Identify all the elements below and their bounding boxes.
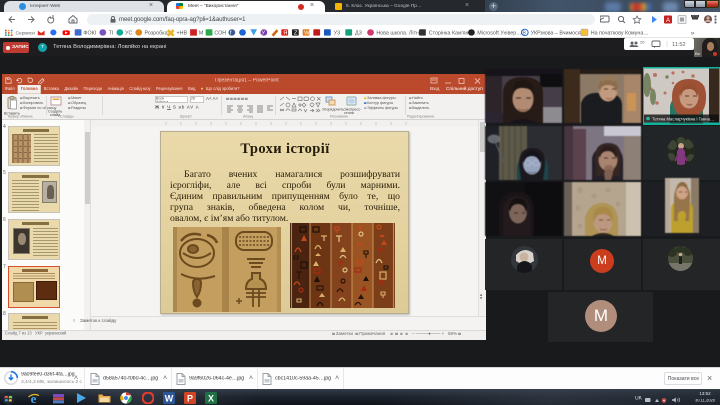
svg-text:УС: УС [125, 31, 132, 37]
svg-text:W: W [165, 394, 174, 404]
svg-text:М: М [199, 31, 203, 37]
svg-text:ФОКІ: ФОКІ [83, 31, 96, 37]
svg-text:УЗ: УЗ [334, 31, 340, 37]
svg-text:e: e [31, 392, 37, 405]
svg-text:Сервиси: Сервиси [16, 31, 36, 37]
svg-text:На початкову Комуна…: На початкову Комуна… [591, 31, 649, 37]
svg-text:ТІ: ТІ [109, 31, 114, 37]
svg-text:Z: Z [294, 31, 298, 37]
svg-text:11:52: 11:52 [672, 42, 686, 48]
svg-text:ДЗ: ДЗ [355, 31, 362, 37]
svg-text:В: В [522, 31, 526, 37]
svg-text:+HВ: +HВ [177, 31, 188, 37]
svg-text:P: P [187, 394, 193, 404]
svg-text:Microsoft Універ…: Microsoft Універ… [477, 31, 521, 37]
svg-text:X: X [208, 394, 214, 404]
svg-text:26: 26 [640, 40, 645, 45]
svg-text:УКР.мова – Вчимося: УКР.мова – Вчимося [531, 31, 581, 37]
svg-text:Нова школа. Літн…: Нова школа. Літн… [376, 31, 424, 37]
svg-text:У: У [261, 31, 265, 37]
svg-text:Розробка: Розробка [145, 31, 168, 37]
svg-text:W: W [304, 31, 310, 37]
svg-text:Я: Я [283, 31, 287, 37]
svg-text:A: A [666, 18, 670, 24]
svg-text:»: » [691, 30, 695, 37]
svg-text:СОН: СОН [214, 31, 226, 37]
svg-text:Тетяна Масларчуківна і Ганна…: Тетяна Масларчуківна і Ганна… [652, 116, 714, 121]
